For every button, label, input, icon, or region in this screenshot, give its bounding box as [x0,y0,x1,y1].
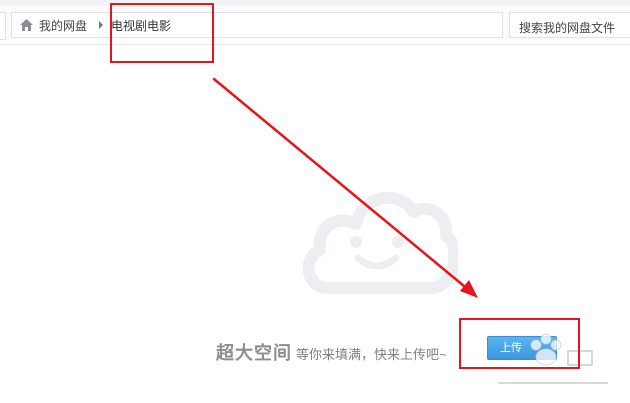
home-icon [20,19,33,31]
breadcrumb-home-label: 我的网盘 [39,18,88,33]
breadcrumb-current-folder[interactable]: 电视剧电影 [111,17,171,34]
empty-state-title: 超大空间 [216,343,292,363]
breadcrumb-home[interactable]: 我的网盘 [12,13,93,37]
nav-back-button[interactable] [0,12,6,40]
breadcrumb: 我的网盘 电视剧电影 [11,12,503,38]
empty-state-subtitle: 等你来填满，快来上传吧~ [296,347,447,362]
breadcrumb-separator-icon [99,21,104,29]
search-input[interactable]: 搜索我的网盘文件 [509,12,630,38]
upload-button[interactable]: 上传 [487,336,557,360]
smiling-cloud-icon [302,191,458,294]
empty-state-message: 超大空间 等你来填满，快来上传吧~ [216,339,447,363]
